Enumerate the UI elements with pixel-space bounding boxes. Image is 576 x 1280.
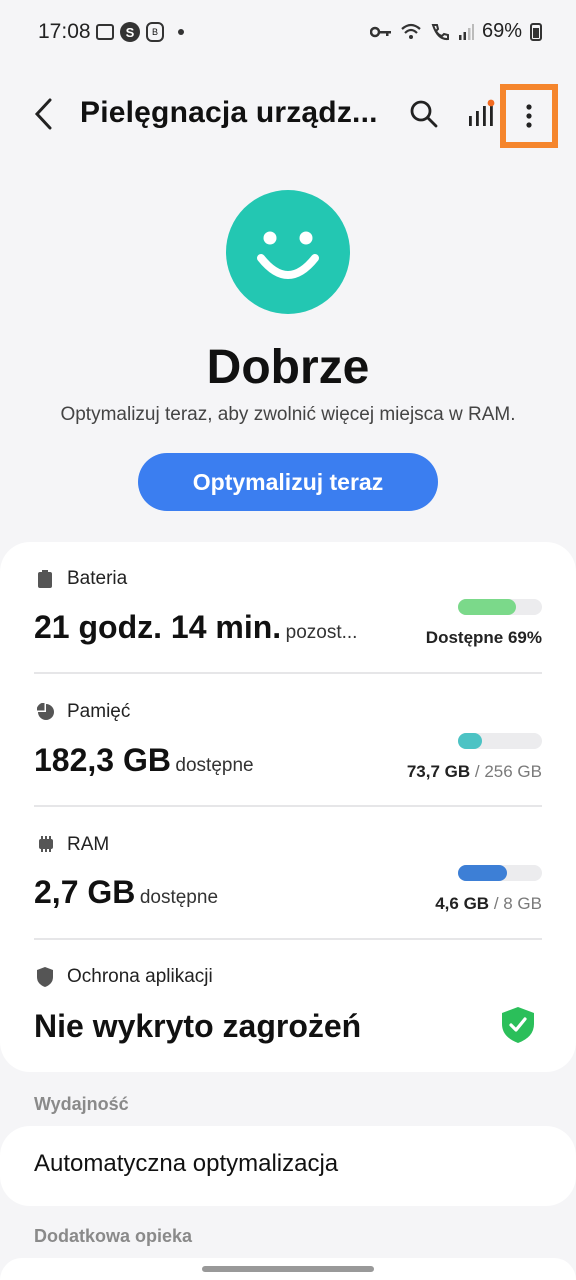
- ram-value: 2,7 GB: [34, 874, 136, 910]
- battery-icon: [530, 22, 542, 41]
- performance-section-title: Wydajność: [34, 1094, 129, 1114]
- ram-usage: 4,6 GB / 8 GB: [435, 894, 542, 914]
- shield-icon: [37, 967, 53, 987]
- search-icon[interactable]: [408, 98, 440, 130]
- page-title: Pielęgnacja urządz...: [80, 96, 378, 129]
- storage-label: Pamięć: [67, 701, 131, 722]
- vpn-key-icon: [369, 26, 391, 37]
- storage-total: / 256 GB: [474, 762, 542, 781]
- app-protection-label: Ochrona aplikacji: [67, 966, 213, 987]
- ram-bar: [458, 865, 542, 881]
- extra-care-section-title: Dodatkowa opieka: [34, 1226, 193, 1246]
- status-left-icons: S B: [96, 22, 184, 42]
- notification-dot-icon: [178, 29, 184, 35]
- storage-value: 182,3 GB: [34, 742, 171, 778]
- battery-value-line: 21 godz. 14 min. pozost...: [34, 609, 357, 646]
- ram-label: RAM: [67, 834, 110, 855]
- device-status-title: Dobrze: [206, 341, 370, 394]
- device-status-description: Optymalizuj teraz, aby zwolnić więcej mi…: [60, 404, 516, 425]
- ram-suffix: dostępne: [139, 887, 219, 908]
- status-time: 17:08: [38, 20, 91, 43]
- storage-usage: 73,7 GB / 256 GB: [407, 762, 542, 782]
- ram-value-line: 2,7 GB dostępne: [34, 874, 218, 911]
- storage-suffix: dostępne: [175, 755, 254, 776]
- back-icon[interactable]: [28, 96, 64, 132]
- battery-value: 21 godz. 14 min.: [34, 609, 282, 645]
- pie-chart-icon: [37, 703, 54, 720]
- more-options-icon: [526, 104, 532, 128]
- battery-suffix: pozost...: [285, 622, 358, 643]
- more-options-button[interactable]: [500, 84, 558, 148]
- wifi-icon: [401, 23, 421, 39]
- status-right: 69%: [369, 20, 542, 43]
- battery-bar: [458, 599, 542, 615]
- storage-used: 73,7 GB: [406, 762, 471, 781]
- storage-value-line: 182,3 GB dostępne: [34, 742, 254, 779]
- battery-available: Dostępne 69%: [425, 628, 542, 647]
- signal-report-icon[interactable]: [466, 98, 498, 130]
- battery-label: Bateria: [67, 568, 128, 589]
- storage-bar: [458, 733, 542, 749]
- ram-bar-fill: [458, 865, 507, 881]
- app-protection-row[interactable]: [0, 940, 576, 1066]
- battery-percent: 69%: [481, 20, 522, 42]
- ram-total: / 8 GB: [493, 894, 542, 913]
- home-indicator[interactable]: [202, 1266, 374, 1272]
- storage-bar-fill: [458, 733, 483, 749]
- gallery-icon: [96, 24, 114, 40]
- optimize-now-button[interactable]: Optymalizuj teraz: [138, 453, 438, 511]
- secure-folder-icon: B: [146, 22, 164, 42]
- shield-check-icon: [502, 1007, 534, 1043]
- auto-optimization-label: Automatyczna optymalizacja: [34, 1150, 339, 1177]
- battery-bar-fill: [458, 599, 516, 615]
- battery-icon: [38, 570, 52, 588]
- smiley-status-icon: [226, 190, 350, 314]
- wifi-calling-icon: [431, 23, 449, 40]
- s-app-icon: S: [120, 22, 140, 42]
- ram-used: 4,6 GB: [435, 894, 490, 913]
- ram-chip-icon: [39, 836, 53, 852]
- app-protection-status: Nie wykryto zagrożeń: [34, 1008, 362, 1044]
- cellular-signal-icon: [458, 23, 474, 40]
